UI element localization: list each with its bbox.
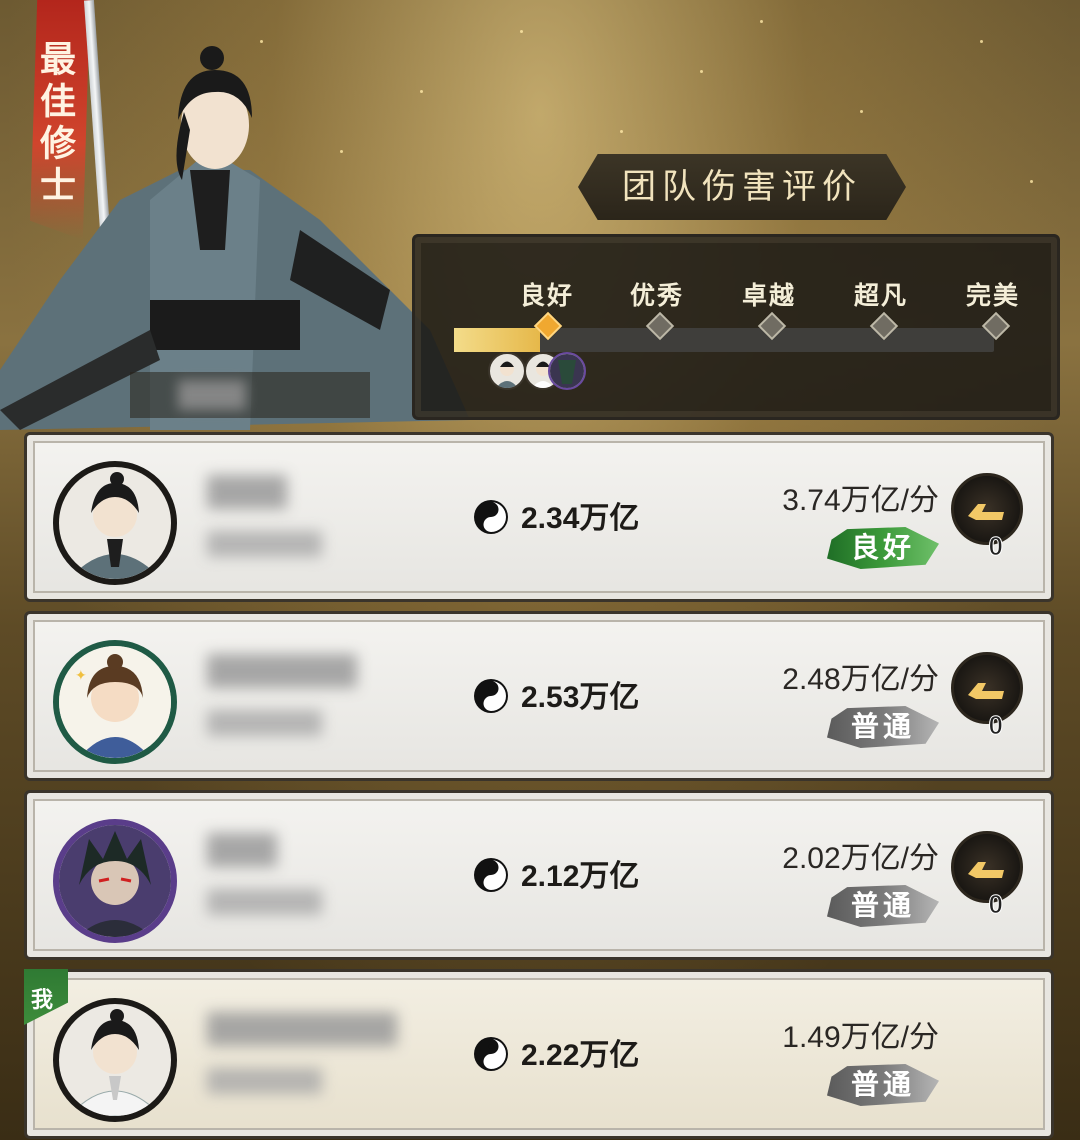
- hero-name-redacted: [178, 380, 246, 410]
- player-name-redacted: [207, 833, 277, 867]
- demon-avatar[interactable]: [53, 819, 177, 943]
- like-count: 0: [988, 710, 1004, 741]
- thumbs-up-icon: [968, 683, 1004, 699]
- swordsman-avatar[interactable]: [53, 461, 177, 585]
- chibi-girl-avatar[interactable]: ✦: [53, 640, 177, 764]
- white-robe-avatar[interactable]: [53, 998, 177, 1122]
- player-name-redacted: [207, 475, 287, 509]
- player-subtitle-redacted: [207, 889, 322, 915]
- taiji-icon: [474, 679, 508, 713]
- dps-value: 2.48万亿/分: [782, 663, 939, 696]
- player-row[interactable]: ✦ 2.53万亿 2.48万亿/分 普通 0: [24, 611, 1054, 781]
- thumbs-up-icon: [968, 504, 1004, 520]
- like-button[interactable]: [951, 831, 1023, 903]
- player-subtitle-redacted: [207, 710, 322, 736]
- player-name-redacted: [207, 1012, 397, 1046]
- rating-progress-fill: [454, 328, 541, 352]
- damage-value: 2.12万亿: [521, 860, 640, 893]
- dps-value: 1.49万亿/分: [782, 1021, 939, 1054]
- team-member-mini-avatar: [488, 352, 526, 390]
- team-damage-title: 团队伤害评价: [622, 167, 862, 207]
- rating-level-label: 卓越: [742, 281, 797, 310]
- rating-level-label: 良好: [520, 281, 575, 310]
- player-row-me[interactable]: 我 2.22万亿 1.49万亿/分 普通: [24, 969, 1054, 1139]
- hero-character-art: [0, 46, 470, 430]
- player-name-redacted: [207, 654, 357, 688]
- dps-value: 2.02万亿/分: [782, 842, 939, 875]
- rating-level-label: 优秀: [630, 281, 685, 310]
- damage-value: 2.34万亿: [521, 502, 640, 535]
- grade-badge: 普通: [827, 885, 939, 927]
- like-count: 0: [988, 889, 1004, 920]
- rating-level-label: 超凡: [854, 281, 909, 310]
- player-subtitle-redacted: [207, 531, 322, 557]
- grade-badge: 良好: [827, 527, 939, 569]
- rating-panel: [412, 234, 1060, 420]
- like-button[interactable]: [951, 473, 1023, 545]
- taiji-icon: [474, 1037, 508, 1071]
- taiji-icon: [474, 858, 508, 892]
- grade-badge: 普通: [827, 1064, 939, 1106]
- like-button[interactable]: [951, 652, 1023, 724]
- player-row[interactable]: 2.12万亿 2.02万亿/分 普通 0: [24, 790, 1054, 960]
- damage-value: 2.22万亿: [521, 1039, 640, 1072]
- hero-name-plate: [130, 372, 370, 418]
- thumbs-up-icon: [968, 862, 1004, 878]
- player-row[interactable]: 2.34万亿 3.74万亿/分 良好 0: [24, 432, 1054, 602]
- dps-value: 3.74万亿/分: [782, 484, 939, 517]
- rating-level-label: 完美: [966, 281, 1021, 310]
- me-label: 我: [31, 987, 54, 1013]
- damage-value: 2.53万亿: [521, 681, 640, 714]
- like-count: 0: [988, 531, 1004, 562]
- grade-badge: 普通: [827, 706, 939, 748]
- team-member-mini-avatar: [548, 352, 586, 390]
- svg-text:✦: ✦: [75, 668, 87, 684]
- player-subtitle-redacted: [207, 1068, 322, 1094]
- taiji-icon: [474, 500, 508, 534]
